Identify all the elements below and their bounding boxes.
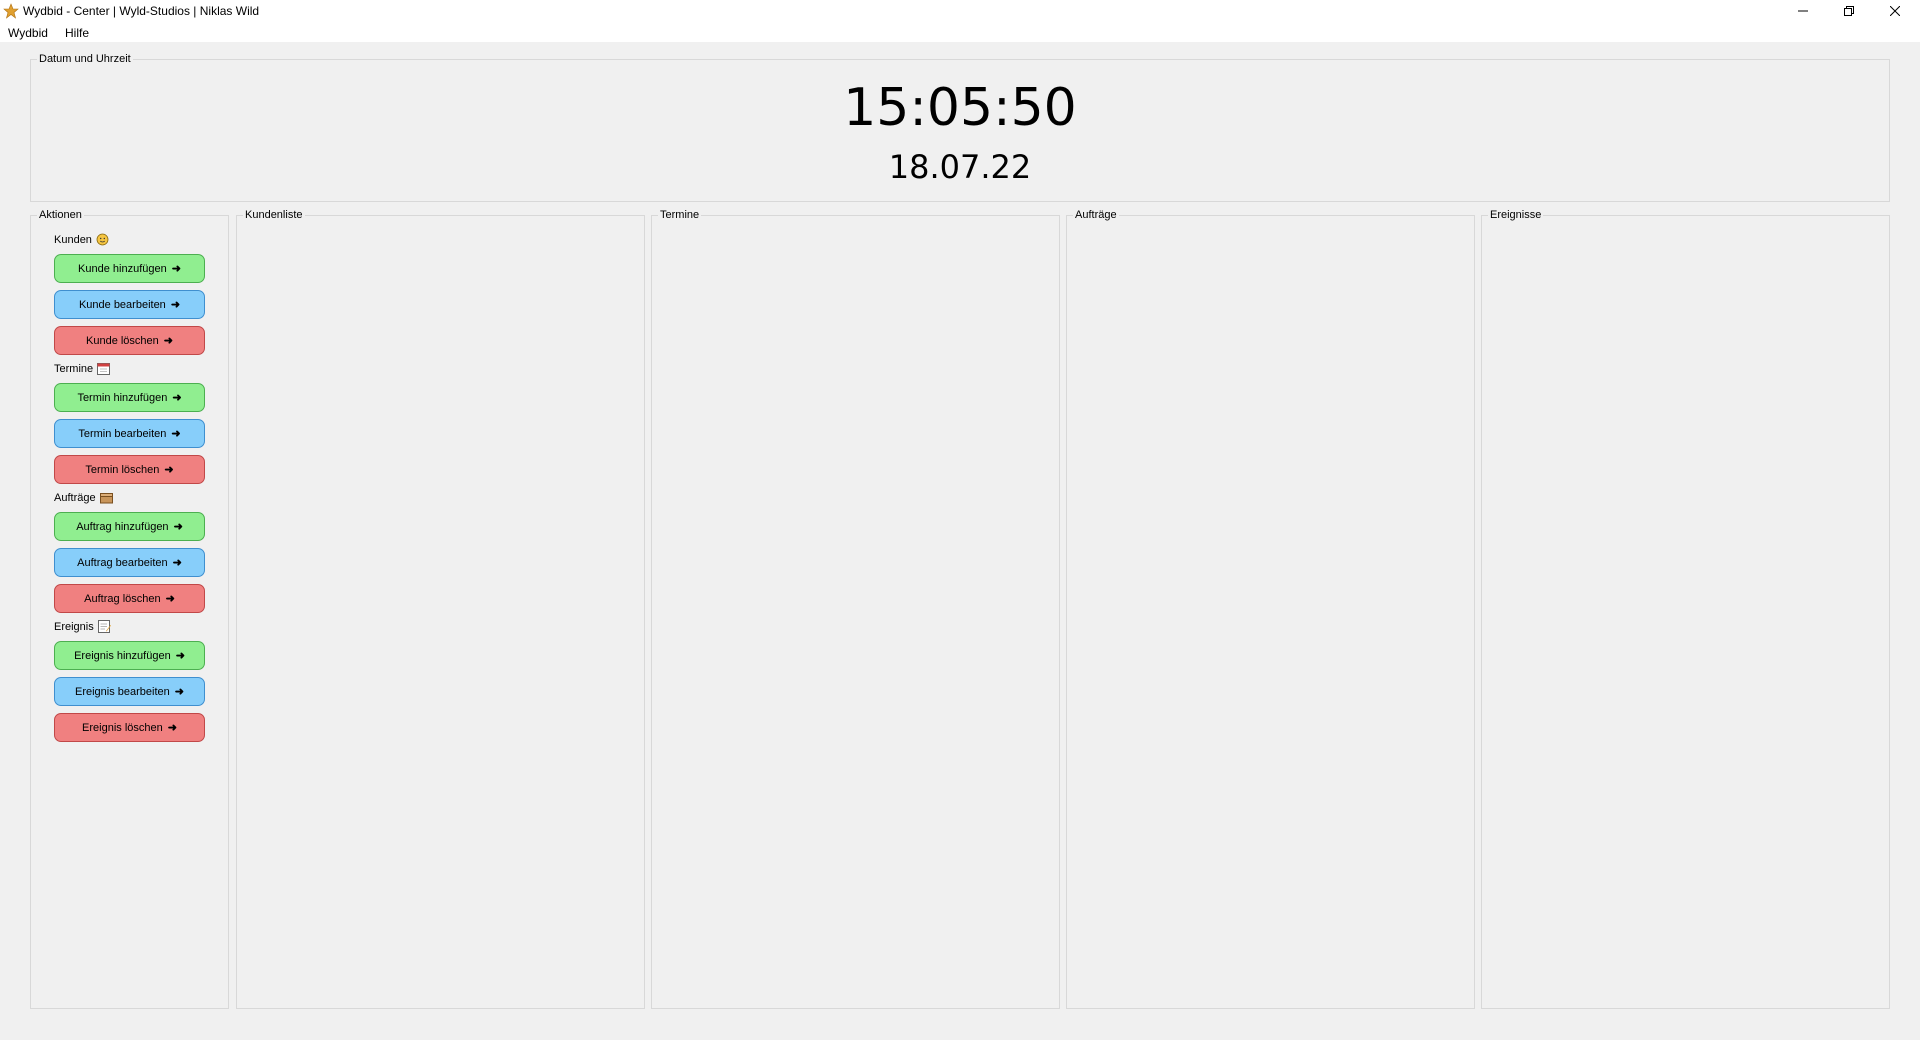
auftraege-panel[interactable]: Aufträge — [1066, 208, 1475, 1009]
arrow-right-icon: ➜ — [163, 335, 173, 347]
arrow-right-icon: ➜ — [172, 557, 182, 569]
clock-date: 18.07.22 — [888, 148, 1032, 186]
arrow-right-icon: ➜ — [167, 722, 177, 734]
section-kunden-text: Kunden — [54, 233, 92, 246]
termin-loeschen-label: Termin löschen — [85, 463, 160, 476]
auftrag-hinzufuegen-label: Auftrag hinzufügen — [76, 520, 169, 533]
datetime-group: Datum und Uhrzeit 15:05:50 18.07.22 — [30, 52, 1890, 202]
ereignisse-title: Ereignisse — [1488, 208, 1544, 222]
kunde-loeschen-button[interactable]: Kunde löschen ➜ — [54, 326, 205, 355]
restore-button[interactable] — [1826, 0, 1872, 22]
window-title: Wydbid - Center | Wyld-Studios | Niklas … — [23, 4, 260, 18]
arrow-right-icon: ➜ — [164, 464, 174, 476]
auftrag-bearbeiten-button[interactable]: Auftrag bearbeiten ➜ — [54, 548, 205, 577]
title-bar: Wydbid - Center | Wyld-Studios | Niklas … — [0, 0, 1920, 22]
auftrag-loeschen-label: Auftrag löschen — [84, 592, 161, 605]
termine-title: Termine — [658, 208, 702, 222]
kundenliste-panel[interactable]: Kundenliste — [236, 208, 645, 1009]
termin-hinzufuegen-button[interactable]: Termin hinzufügen ➜ — [54, 383, 205, 412]
ereignis-loeschen-label: Ereignis löschen — [82, 721, 163, 734]
section-label-ereignis: Ereignis — [54, 620, 111, 633]
arrow-right-icon: ➜ — [170, 299, 181, 311]
kunde-hinzufuegen-label: Kunde hinzufügen — [78, 262, 167, 275]
package-icon — [99, 493, 113, 504]
section-termine-text: Termine — [54, 362, 94, 375]
termin-hinzufuegen-label: Termin hinzufügen — [77, 391, 168, 404]
section-label-auftraege: Aufträge — [54, 491, 113, 504]
ereignis-bearbeiten-button[interactable]: Ereignis bearbeiten ➜ — [54, 677, 205, 706]
auftrag-hinzufuegen-button[interactable]: Auftrag hinzufügen ➜ — [54, 512, 205, 541]
menu-bar: Wydbid Hilfe — [0, 22, 1920, 42]
clock-time: 15:05:50 — [843, 78, 1077, 138]
datetime-group-title: Datum und Uhrzeit — [37, 52, 133, 66]
ereignis-loeschen-button[interactable]: Ereignis löschen ➜ — [54, 713, 205, 742]
termin-bearbeiten-button[interactable]: Termin bearbeiten ➜ — [54, 419, 205, 448]
menu-hilfe[interactable]: Hilfe — [65, 26, 89, 40]
close-icon — [1890, 6, 1900, 16]
restore-icon — [1844, 6, 1854, 16]
auftraege-title: Aufträge — [1073, 208, 1119, 222]
kunde-loeschen-label: Kunde löschen — [86, 334, 159, 347]
star-logo-icon — [3, 3, 19, 19]
arrow-right-icon: ➜ — [174, 686, 184, 698]
ereignis-bearbeiten-label: Ereignis bearbeiten — [74, 685, 170, 698]
arrow-right-icon: ➜ — [175, 650, 185, 662]
menu-wydbid[interactable]: Wydbid — [8, 26, 48, 40]
termin-loeschen-button[interactable]: Termin löschen ➜ — [54, 455, 205, 484]
ereignisse-panel[interactable]: Ereignisse — [1481, 208, 1890, 1009]
close-button[interactable] — [1872, 0, 1918, 22]
termine-panel[interactable]: Termine — [651, 208, 1060, 1009]
section-auftraege-text: Aufträge — [54, 491, 96, 504]
minimize-icon — [1798, 10, 1808, 12]
auftrag-bearbeiten-label: Auftrag bearbeiten — [77, 556, 168, 569]
kunde-bearbeiten-label: Kunde bearbeiten — [78, 298, 166, 311]
kundenliste-title: Kundenliste — [243, 208, 305, 222]
kunde-hinzufuegen-button[interactable]: Kunde hinzufügen ➜ — [54, 254, 205, 283]
person-face-icon — [96, 233, 109, 246]
termin-bearbeiten-label: Termin bearbeiten — [78, 427, 167, 440]
calendar-icon — [97, 363, 111, 375]
arrow-right-icon: ➜ — [173, 521, 183, 533]
arrow-right-icon: ➜ — [172, 392, 182, 404]
notepad-icon — [97, 620, 111, 633]
section-ereignis-text: Ereignis — [54, 620, 94, 633]
section-label-kunden: Kunden — [54, 233, 109, 246]
auftrag-loeschen-button[interactable]: Auftrag löschen ➜ — [54, 584, 205, 613]
actions-group-title: Aktionen — [37, 208, 84, 222]
ereignis-hinzufuegen-label: Ereignis hinzufügen — [74, 649, 171, 662]
kunde-bearbeiten-button[interactable]: Kunde bearbeiten ➜ — [54, 290, 205, 319]
ereignis-hinzufuegen-button[interactable]: Ereignis hinzufügen ➜ — [54, 641, 205, 670]
section-label-termine: Termine — [54, 362, 111, 375]
arrow-right-icon: ➜ — [171, 263, 181, 275]
arrow-right-icon: ➜ — [165, 593, 175, 605]
minimize-button[interactable] — [1780, 0, 1826, 22]
arrow-right-icon: ➜ — [171, 428, 181, 440]
